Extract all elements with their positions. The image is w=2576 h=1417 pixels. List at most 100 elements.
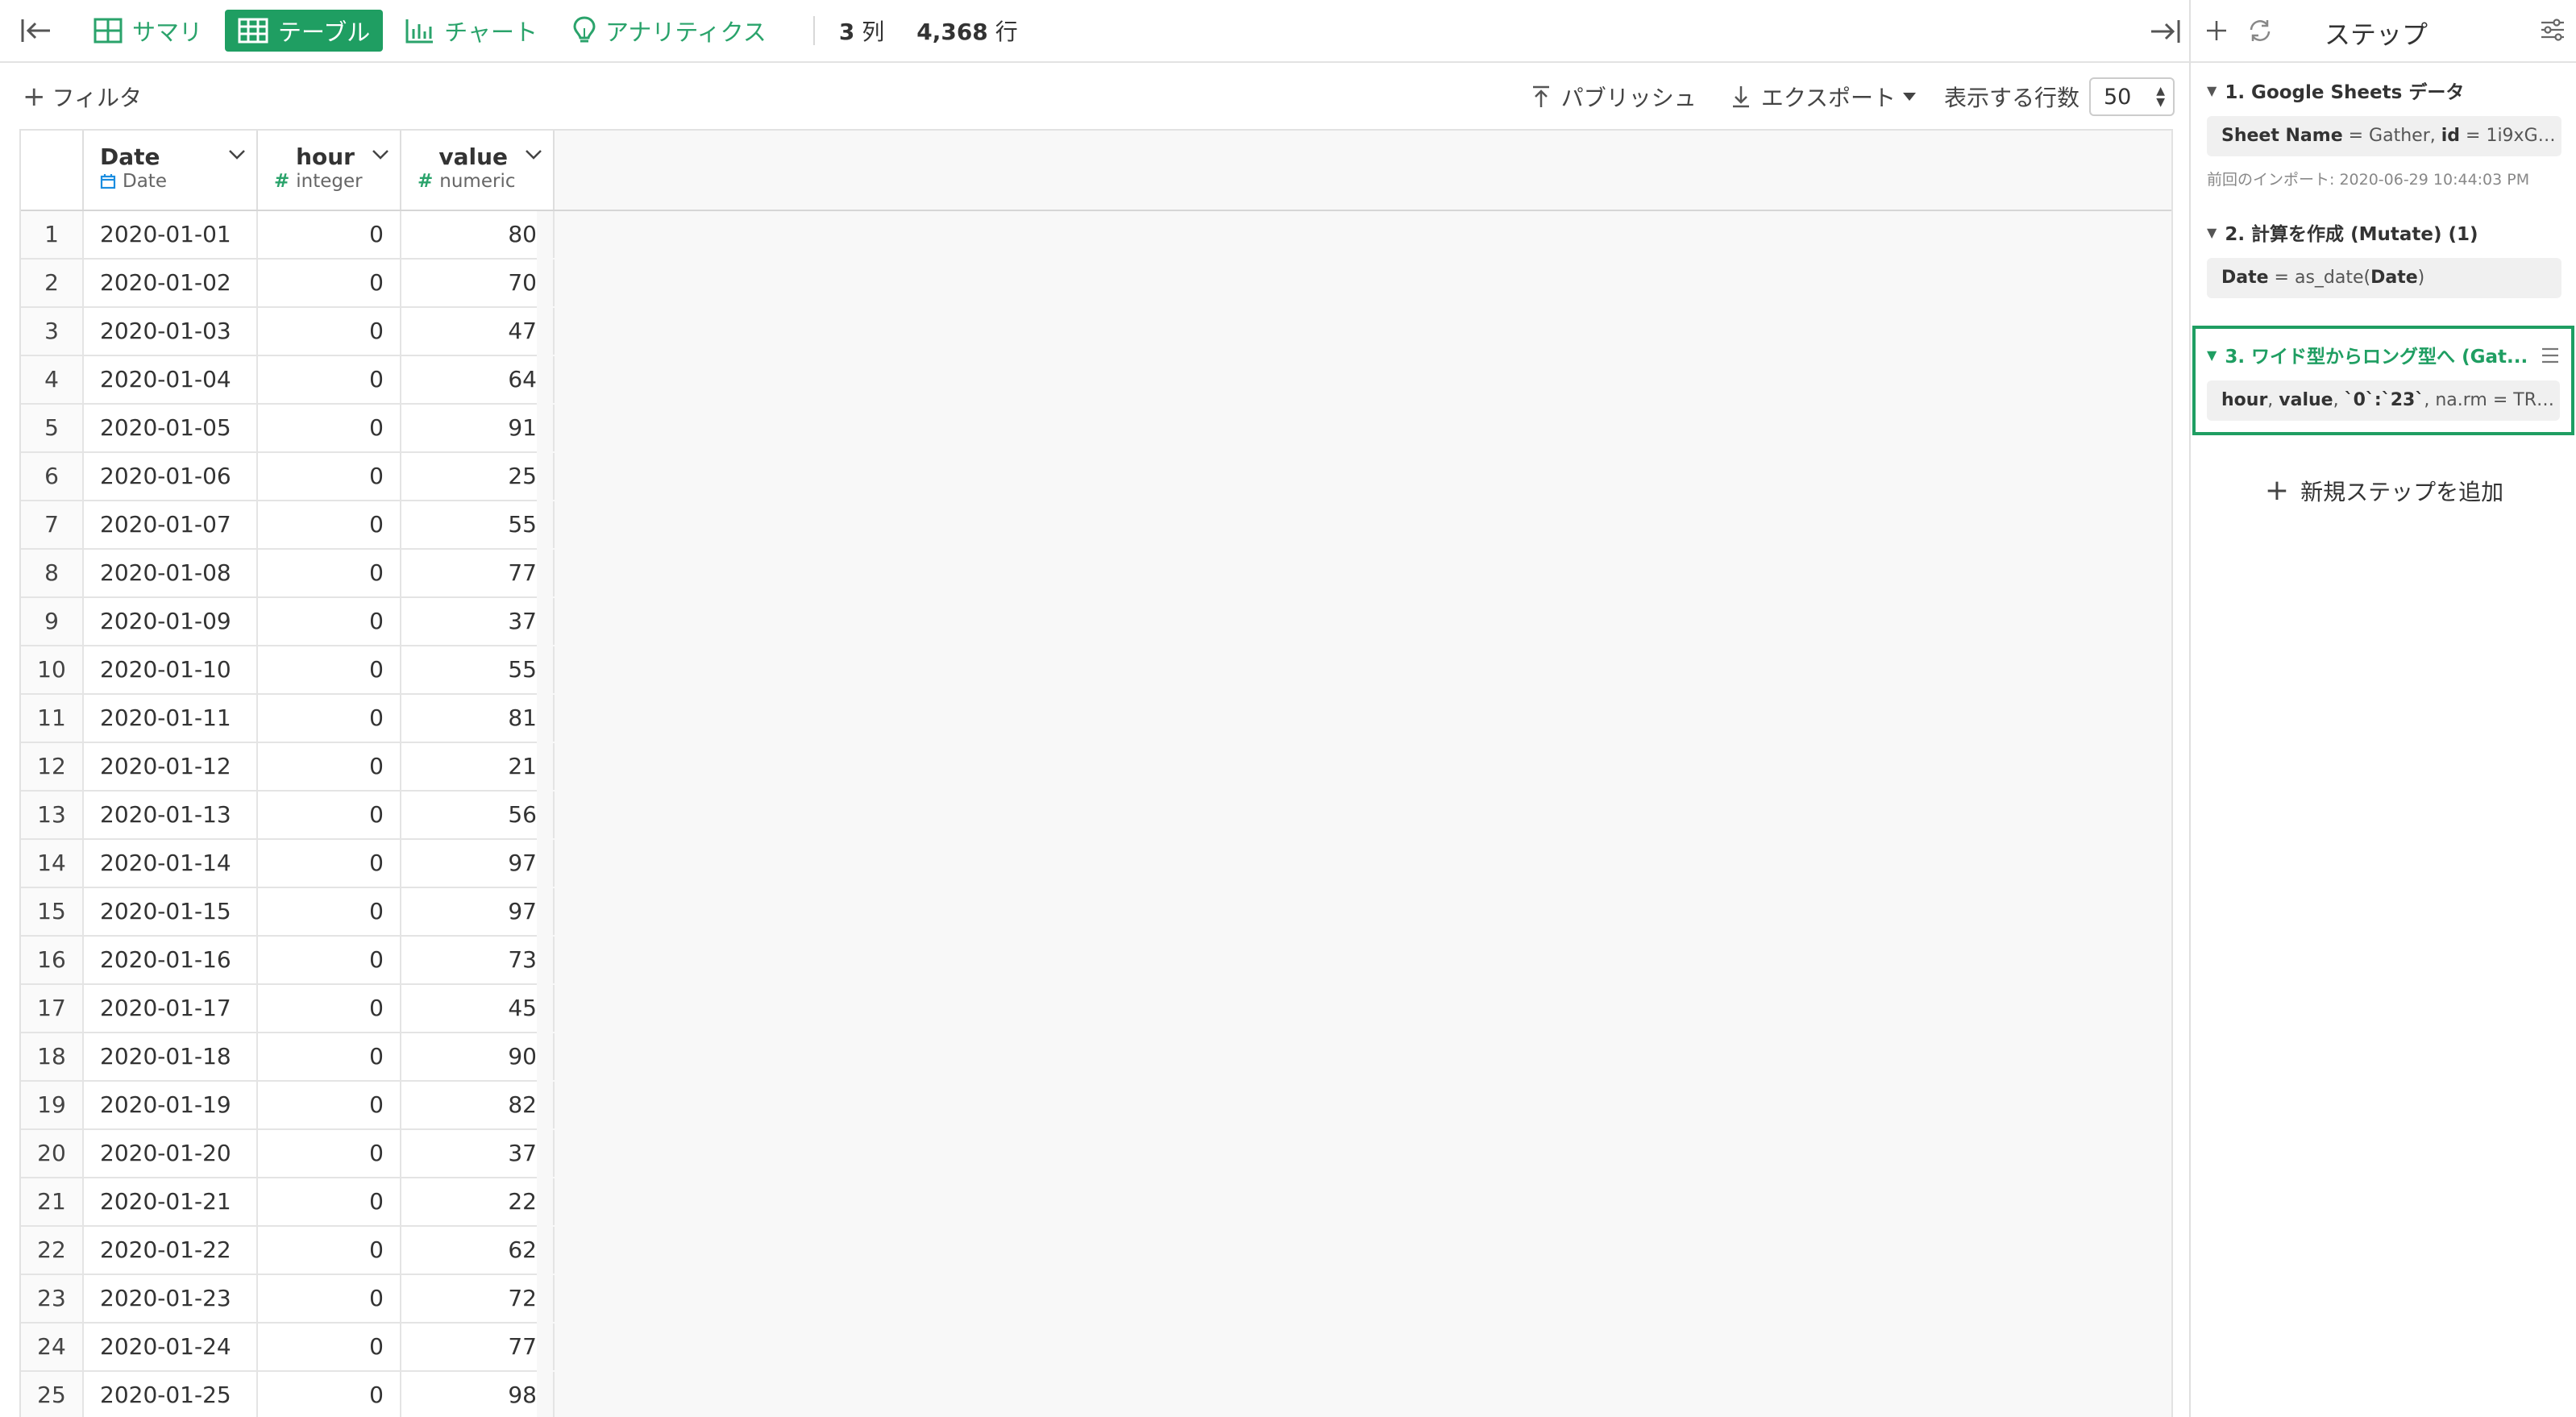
column-header-value[interactable]: value # numeric [401,131,555,210]
cell-value[interactable]: 37 [401,1130,555,1177]
cell-hour[interactable]: 0 [258,211,401,258]
cell-hour[interactable]: 0 [258,695,401,742]
cell-date[interactable]: 2020-01-15 [84,888,258,935]
cell-hour[interactable]: 0 [258,260,401,306]
column-header-hour[interactable]: hour # integer [258,131,401,210]
cell-hour[interactable]: 0 [258,1275,401,1322]
cell-date[interactable]: 2020-01-17 [84,985,258,1032]
cell-hour[interactable]: 0 [258,646,401,693]
step-1[interactable]: ▼ 1. Google Sheets データ Sheet Name = Gath… [2207,74,2561,189]
cell-date[interactable]: 2020-01-13 [84,792,258,838]
cell-value[interactable]: 97 [401,840,555,887]
cell-hour[interactable]: 0 [258,1178,401,1225]
cell-date[interactable]: 2020-01-24 [84,1324,258,1370]
cell-value[interactable]: 72 [401,1275,555,1322]
cell-date[interactable]: 2020-01-14 [84,840,258,887]
step-2[interactable]: ▼ 2. 計算を作成 (Mutate) (1) Date = as_date(D… [2207,216,2561,298]
cell-hour[interactable]: 0 [258,743,401,790]
step-3[interactable]: ▼ 3. ワイド型からロング型へ (Gat... hour, value, `0… [2192,326,2574,435]
cell-value[interactable]: 22 [401,1178,555,1225]
sliders-icon[interactable] [2539,16,2566,49]
cell-date[interactable]: 2020-01-18 [84,1033,258,1080]
cell-value[interactable]: 62 [401,1227,555,1274]
cell-date[interactable]: 2020-01-01 [84,211,258,258]
column-header-date[interactable]: Date Date [84,131,258,210]
cell-date[interactable]: 2020-01-23 [84,1275,258,1322]
cell-hour[interactable]: 0 [258,792,401,838]
hamburger-menu-icon[interactable] [2541,343,2560,370]
cell-date[interactable]: 2020-01-10 [84,646,258,693]
cell-hour[interactable]: 0 [258,501,401,548]
refresh-icon[interactable] [2244,15,2276,47]
cell-value[interactable]: 98 [401,1372,555,1417]
cell-value[interactable]: 77 [401,550,555,596]
cell-hour[interactable]: 0 [258,1324,401,1370]
cell-date[interactable]: 2020-01-07 [84,501,258,548]
cell-date[interactable]: 2020-01-21 [84,1178,258,1225]
cell-value[interactable]: 80 [401,211,555,258]
cell-date[interactable]: 2020-01-05 [84,405,258,451]
tab-summary[interactable]: サマリ [81,10,215,52]
cell-value[interactable]: 56 [401,792,555,838]
chevron-down-icon[interactable] [371,148,390,161]
cell-hour[interactable]: 0 [258,840,401,887]
rows-per-page-select[interactable]: 50 ▲ ▼ [2089,77,2175,116]
cell-date[interactable]: 2020-01-11 [84,695,258,742]
cell-date[interactable]: 2020-01-02 [84,260,258,306]
cell-value[interactable]: 64 [401,356,555,403]
cell-hour[interactable]: 0 [258,1033,401,1080]
cell-value[interactable]: 47 [401,308,555,355]
cell-value[interactable]: 73 [401,937,555,983]
cell-value[interactable]: 77 [401,1324,555,1370]
cell-hour[interactable]: 0 [258,985,401,1032]
cell-hour[interactable]: 0 [258,1227,401,1274]
cell-hour[interactable]: 0 [258,1082,401,1128]
cell-value[interactable]: 55 [401,646,555,693]
chevron-down-icon[interactable] [524,148,543,161]
add-step-button[interactable]: + 新規ステップを追加 [2191,474,2576,507]
chevron-down-icon[interactable] [227,148,247,161]
cell-value[interactable]: 81 [401,695,555,742]
cell-date[interactable]: 2020-01-03 [84,308,258,355]
cell-date[interactable]: 2020-01-22 [84,1227,258,1274]
export-button[interactable]: エクスポート [1730,81,1917,113]
cell-hour[interactable]: 0 [258,598,401,645]
cell-hour[interactable]: 0 [258,937,401,983]
cell-hour[interactable]: 0 [258,453,401,500]
cell-date[interactable]: 2020-01-04 [84,356,258,403]
cell-hour[interactable]: 0 [258,1130,401,1177]
cell-value[interactable]: 25 [401,453,555,500]
cell-date[interactable]: 2020-01-09 [84,598,258,645]
cell-value[interactable]: 70 [401,260,555,306]
cell-value[interactable]: 21 [401,743,555,790]
collapse-triangle-icon[interactable]: ▼ [2207,347,2217,363]
collapse-triangle-icon[interactable]: ▼ [2207,83,2217,98]
back-arrow-icon[interactable] [16,10,56,51]
cell-value[interactable]: 97 [401,888,555,935]
tab-table[interactable]: テーブル [225,10,384,52]
tab-analytics[interactable]: アナリティクス [560,10,779,52]
cell-date[interactable]: 2020-01-12 [84,743,258,790]
publish-button[interactable]: パブリッシュ [1531,81,1697,113]
cell-date[interactable]: 2020-01-25 [84,1372,258,1417]
cell-value[interactable]: 45 [401,985,555,1032]
cell-hour[interactable]: 0 [258,888,401,935]
cell-hour[interactable]: 0 [258,356,401,403]
cell-date[interactable]: 2020-01-20 [84,1130,258,1177]
cell-value[interactable]: 82 [401,1082,555,1128]
cell-value[interactable]: 91 [401,405,555,451]
cell-value[interactable]: 55 [401,501,555,548]
plus-icon[interactable] [2200,15,2233,47]
add-filter-button[interactable]: + フィルタ [23,81,142,113]
cell-value[interactable]: 37 [401,598,555,645]
tab-chart[interactable]: チャート [393,10,551,52]
cell-hour[interactable]: 0 [258,405,401,451]
cell-date[interactable]: 2020-01-06 [84,453,258,500]
cell-date[interactable]: 2020-01-08 [84,550,258,596]
cell-date[interactable]: 2020-01-16 [84,937,258,983]
cell-date[interactable]: 2020-01-19 [84,1082,258,1128]
cell-hour[interactable]: 0 [258,550,401,596]
cell-value[interactable]: 90 [401,1033,555,1080]
cell-hour[interactable]: 0 [258,308,401,355]
cell-hour[interactable]: 0 [258,1372,401,1417]
